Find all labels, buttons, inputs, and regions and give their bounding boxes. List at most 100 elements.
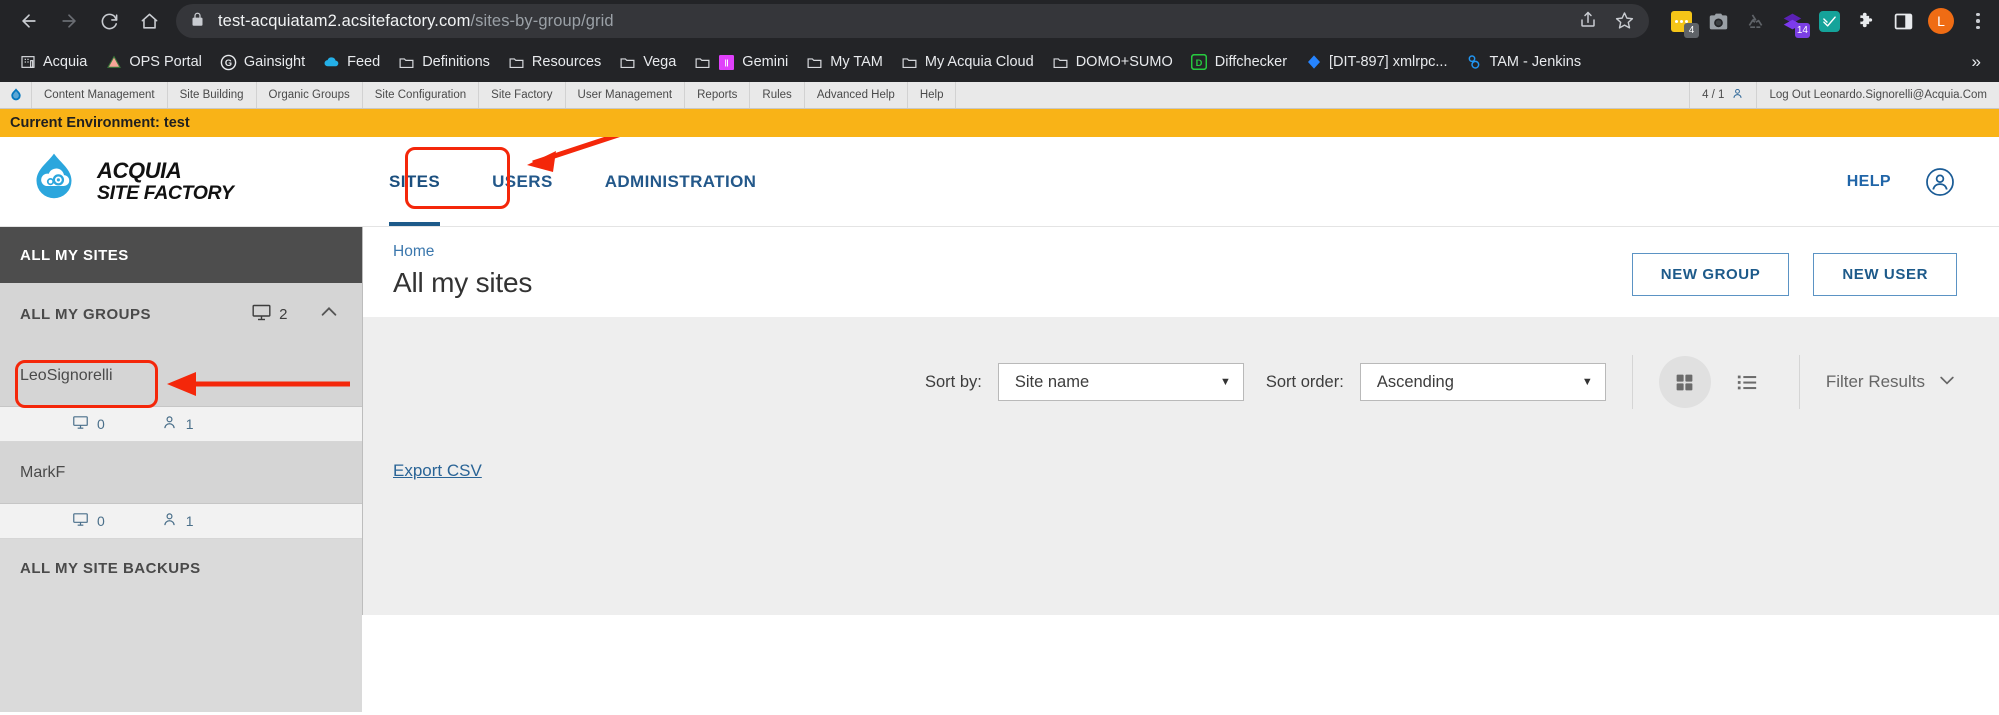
lock-icon	[190, 12, 208, 30]
bookmark-acquia[interactable]: Acquia	[10, 49, 96, 76]
bookmark-diffchecker[interactable]: D Diffchecker	[1182, 49, 1296, 76]
admin-logout-link[interactable]: Log Out Leonardo.Signorelli@Acquia.Com	[1756, 82, 1999, 108]
acquia-droplet-icon	[26, 151, 82, 212]
bookmark-label: Diffchecker	[1214, 54, 1288, 70]
admin-item-user-management[interactable]: User Management	[566, 82, 686, 108]
bookmarks-bar: Acquia OPS Portal G Gainsight Feed Defin…	[0, 42, 1999, 82]
folder-icon	[1052, 54, 1069, 71]
group-sites-count: 0	[97, 416, 105, 432]
group-users-stat: 1	[161, 511, 194, 531]
user-circle-icon[interactable]	[1925, 167, 1955, 197]
bookmark-ops-portal[interactable]: OPS Portal	[96, 49, 211, 76]
admin-item-site-configuration[interactable]: Site Configuration	[363, 82, 480, 108]
notes-extension-icon[interactable]: 4	[1669, 9, 1699, 38]
admin-item-advanced-help[interactable]: Advanced Help	[805, 82, 908, 108]
admin-item-help[interactable]: Help	[908, 82, 957, 108]
admin-item-site-factory[interactable]: Site Factory	[479, 82, 566, 108]
filter-results-button[interactable]: Filter Results	[1826, 370, 1957, 395]
sidebar: ALL MY SITES ALL MY GROUPS 2 LeoSignorel…	[0, 227, 363, 712]
sidebar-section-all-my-groups[interactable]: ALL MY GROUPS 2	[0, 283, 362, 345]
tab-administration[interactable]: ADMINISTRATION	[579, 137, 783, 226]
bookmark-gainsight[interactable]: G Gainsight	[211, 49, 314, 76]
bookmark-definitions[interactable]: Definitions	[389, 49, 499, 76]
divider	[1631, 355, 1633, 409]
view-toggle	[1658, 356, 1773, 408]
group-users-count: 1	[185, 416, 194, 432]
address-bar[interactable]: test-acquiatam2.acsitefactory.com/sites-…	[176, 4, 1649, 38]
bookmarks-overflow-button[interactable]: »	[1964, 52, 1989, 72]
tab-sites[interactable]: SITES	[363, 137, 466, 226]
sidebar-filler	[0, 597, 362, 712]
leosignorelli-group-highlight	[15, 360, 158, 408]
admin-item-rules[interactable]: Rules	[750, 82, 805, 108]
sort-by-label: Sort by:	[925, 372, 982, 391]
admin-item-content-management[interactable]: Content Management	[32, 82, 168, 108]
chrome-menu-icon[interactable]	[1967, 10, 1989, 32]
tab-users[interactable]: USERS	[466, 137, 579, 226]
admin-item-organic-groups[interactable]: Organic Groups	[257, 82, 363, 108]
gemini-icon: Ⅱ	[718, 54, 735, 71]
bookmark-label: My TAM	[830, 54, 883, 70]
home-icon[interactable]	[130, 2, 168, 40]
browser-chrome: test-acquiatam2.acsitefactory.com/sites-…	[0, 0, 1999, 82]
breadcrumb[interactable]: Home	[393, 243, 532, 261]
drupal-admin-toolbar: Content Management Site Building Organic…	[0, 82, 1999, 109]
site-header: ACQUIA SITE FACTORY SITES USERS ADMINIST…	[0, 137, 1999, 227]
sidebar-item-all-my-site-backups[interactable]: ALL MY SITE BACKUPS	[0, 539, 362, 597]
sidebar-group-markf[interactable]: MarkF	[0, 442, 362, 504]
screenshot-extension-icon[interactable]	[1706, 9, 1730, 33]
forward-arrow-icon[interactable]	[50, 2, 88, 40]
acquia-site-factory-logo[interactable]: ACQUIA SITE FACTORY	[0, 151, 363, 212]
sort-order-select[interactable]: Ascending ▼	[1359, 363, 1606, 401]
export-csv-link[interactable]: Export CSV	[393, 461, 482, 480]
all-my-groups-count: 2	[251, 302, 288, 327]
reload-icon[interactable]	[90, 2, 128, 40]
bookmark-label: Gainsight	[243, 54, 306, 70]
bookmark-jira-dit-897[interactable]: [DIT-897] xmlrpc...	[1296, 49, 1456, 76]
bookmark-tam-jenkins[interactable]: TAM - Jenkins	[1456, 49, 1590, 76]
grammarly-extension-icon[interactable]	[1817, 9, 1841, 33]
bookmark-my-acquia-cloud[interactable]: My Acquia Cloud	[892, 49, 1043, 76]
drupal-drop-icon[interactable]	[0, 82, 32, 108]
bookmark-label: DOMO+SUMO	[1075, 54, 1173, 70]
bookmark-label: My Acquia Cloud	[924, 54, 1034, 70]
sidebar-item-all-my-sites[interactable]: ALL MY SITES	[0, 227, 362, 283]
grid-view-icon[interactable]	[1658, 356, 1711, 408]
profile-avatar[interactable]: L	[1928, 8, 1954, 34]
bookmark-feed[interactable]: Feed	[314, 49, 389, 76]
bookmark-vega[interactable]: Vega	[610, 49, 685, 76]
help-link[interactable]: HELP	[1847, 173, 1891, 191]
layers-extension-icon[interactable]: 14	[1780, 9, 1810, 38]
cloud-icon	[323, 54, 340, 71]
bookmark-star-icon[interactable]	[1615, 11, 1635, 31]
svg-text:D: D	[1196, 58, 1203, 68]
back-arrow-icon[interactable]	[10, 2, 48, 40]
admin-item-reports[interactable]: Reports	[685, 82, 751, 108]
all-my-groups-label: ALL MY GROUPS	[20, 305, 151, 323]
bookmark-my-tam[interactable]: My TAM	[797, 49, 892, 76]
admin-item-site-building[interactable]: Site Building	[168, 82, 257, 108]
new-group-button[interactable]: NEW GROUP	[1631, 253, 1790, 296]
bookmark-gemini[interactable]: Ⅱ Gemini	[685, 49, 797, 76]
share-icon[interactable]	[1579, 11, 1599, 31]
sort-by-select[interactable]: Site name ▼	[997, 363, 1244, 401]
new-user-button[interactable]: NEW USER	[1813, 253, 1957, 296]
person-icon	[161, 511, 178, 531]
bookmark-resources[interactable]: Resources	[499, 49, 610, 76]
list-view-icon[interactable]	[1721, 356, 1773, 408]
monitor-icon	[72, 511, 89, 531]
bookmark-label: Acquia	[43, 54, 88, 70]
layers-extension-badge: 14	[1794, 23, 1810, 38]
bookmark-label: Resources	[531, 54, 602, 70]
person-icon	[161, 414, 178, 434]
current-environment-bar: Current Environment: test	[0, 109, 1999, 137]
group-users-count: 1	[185, 513, 194, 529]
puzzle-extensions-icon[interactable]	[1854, 9, 1878, 33]
chevron-up-icon[interactable]	[318, 301, 340, 327]
folder-icon	[694, 54, 711, 71]
folder-icon	[398, 54, 415, 71]
side-panel-icon[interactable]	[1891, 9, 1915, 33]
header-right-actions: HELP	[1847, 167, 1999, 197]
bookmark-domo-sumo[interactable]: DOMO+SUMO	[1043, 49, 1182, 76]
recycle-extension-icon[interactable]	[1743, 9, 1767, 33]
